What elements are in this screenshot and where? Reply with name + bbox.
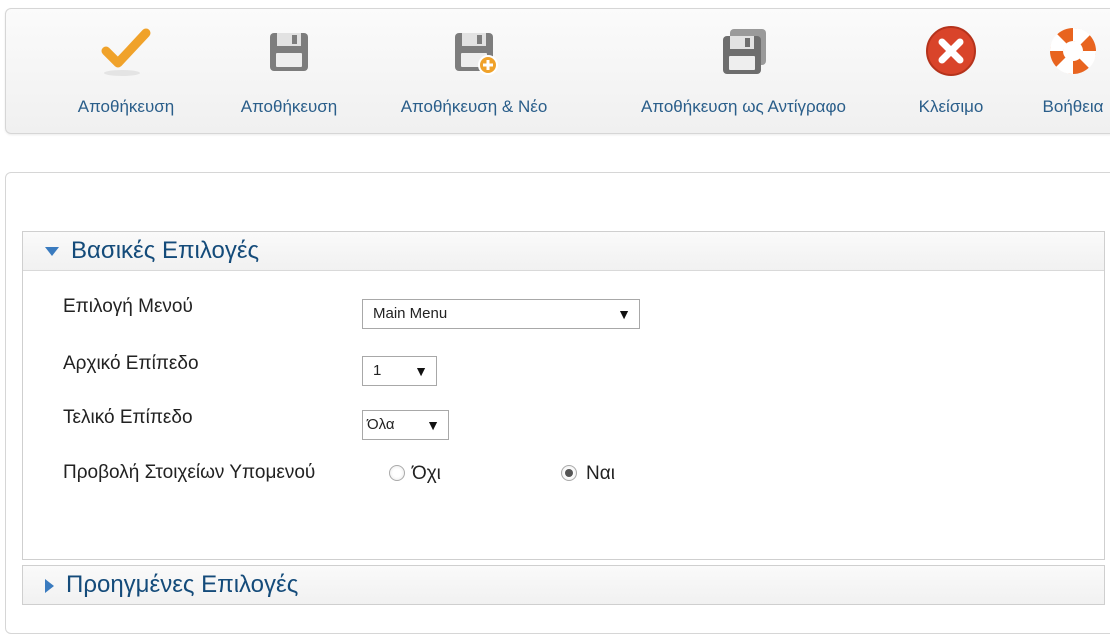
dropdown-arrow-icon: ▼ [414,363,428,379]
collapsed-triangle-icon [45,578,54,593]
basic-options-section: Βασικές Επιλογές Επιλογή Μενού Main Menu… [22,231,1105,560]
module-options-panel: Βασικές Επιλογές Επιλογή Μενού Main Menu… [5,172,1110,634]
save-new-button[interactable]: Αποθήκευση & Νέο [384,23,564,123]
advanced-options-section: Προηγμένες Επιλογές [22,565,1105,605]
save-button-label: Αποθήκευση [77,97,175,116]
show-submenu-yes-label: Ναι [586,463,615,484]
save-icon [270,33,308,71]
show-submenu-yes-radio[interactable] [561,465,577,481]
end-level-label: Τελικό Επίπεδο [63,407,193,428]
close-button[interactable]: Κλείσιμο [901,23,1001,123]
help-button[interactable]: Βοήθεια [1028,23,1110,123]
save-copy-icon [722,29,766,74]
checkmark-icon [101,28,151,76]
save-new-button-label: Αποθήκευση & Νέο [400,97,548,116]
dropdown-arrow-icon: ▼ [617,306,631,322]
save-new-icon [455,33,498,75]
show-submenu-no-label: Όχι [412,463,441,484]
close-icon [926,26,976,76]
start-level-select[interactable]: 1 ▼ [362,356,437,386]
menu-select[interactable]: Main Menu ▼ [362,299,640,329]
basic-options-title: Βασικές Επιλογές [71,237,260,264]
menu-select-value: Main Menu [373,305,448,322]
expanded-triangle-icon [45,247,59,257]
menu-select-label: Επιλογή Μενού [63,296,193,317]
dropdown-arrow-icon: ▼ [426,417,440,433]
basic-options-header[interactable]: Βασικές Επιλογές [23,232,1104,271]
show-submenu-label: Προβολή Στοιχείων Υπομενού [63,462,316,483]
save-copy-button-label: Αποθήκευση ως Αντίγραφο [641,97,846,116]
end-level-value: Όλα [367,416,395,433]
close-button-label: Κλείσιμο [918,97,984,116]
start-level-value: 1 [373,362,382,379]
toolbar: Αποθήκευση Αποθήκευση Αποθήκευση & Νέο Α… [5,8,1110,134]
save-close-button[interactable]: Αποθήκευση [224,23,354,123]
save-copy-button[interactable]: Αποθήκευση ως Αντίγραφο [606,23,881,123]
help-lifebuoy-icon [1049,27,1097,75]
start-level-label: Αρχικό Επίπεδο [63,353,199,374]
show-submenu-no-radio[interactable] [389,465,405,481]
end-level-select[interactable]: Όλα ▼ [362,410,449,440]
help-button-label: Βοήθεια [1042,97,1104,116]
save-button[interactable]: Αποθήκευση [61,23,191,123]
advanced-options-title: Προηγμένες Επιλογές [66,571,299,598]
save-close-button-label: Αποθήκευση [240,97,338,116]
advanced-options-header[interactable]: Προηγμένες Επιλογές [23,566,1104,604]
